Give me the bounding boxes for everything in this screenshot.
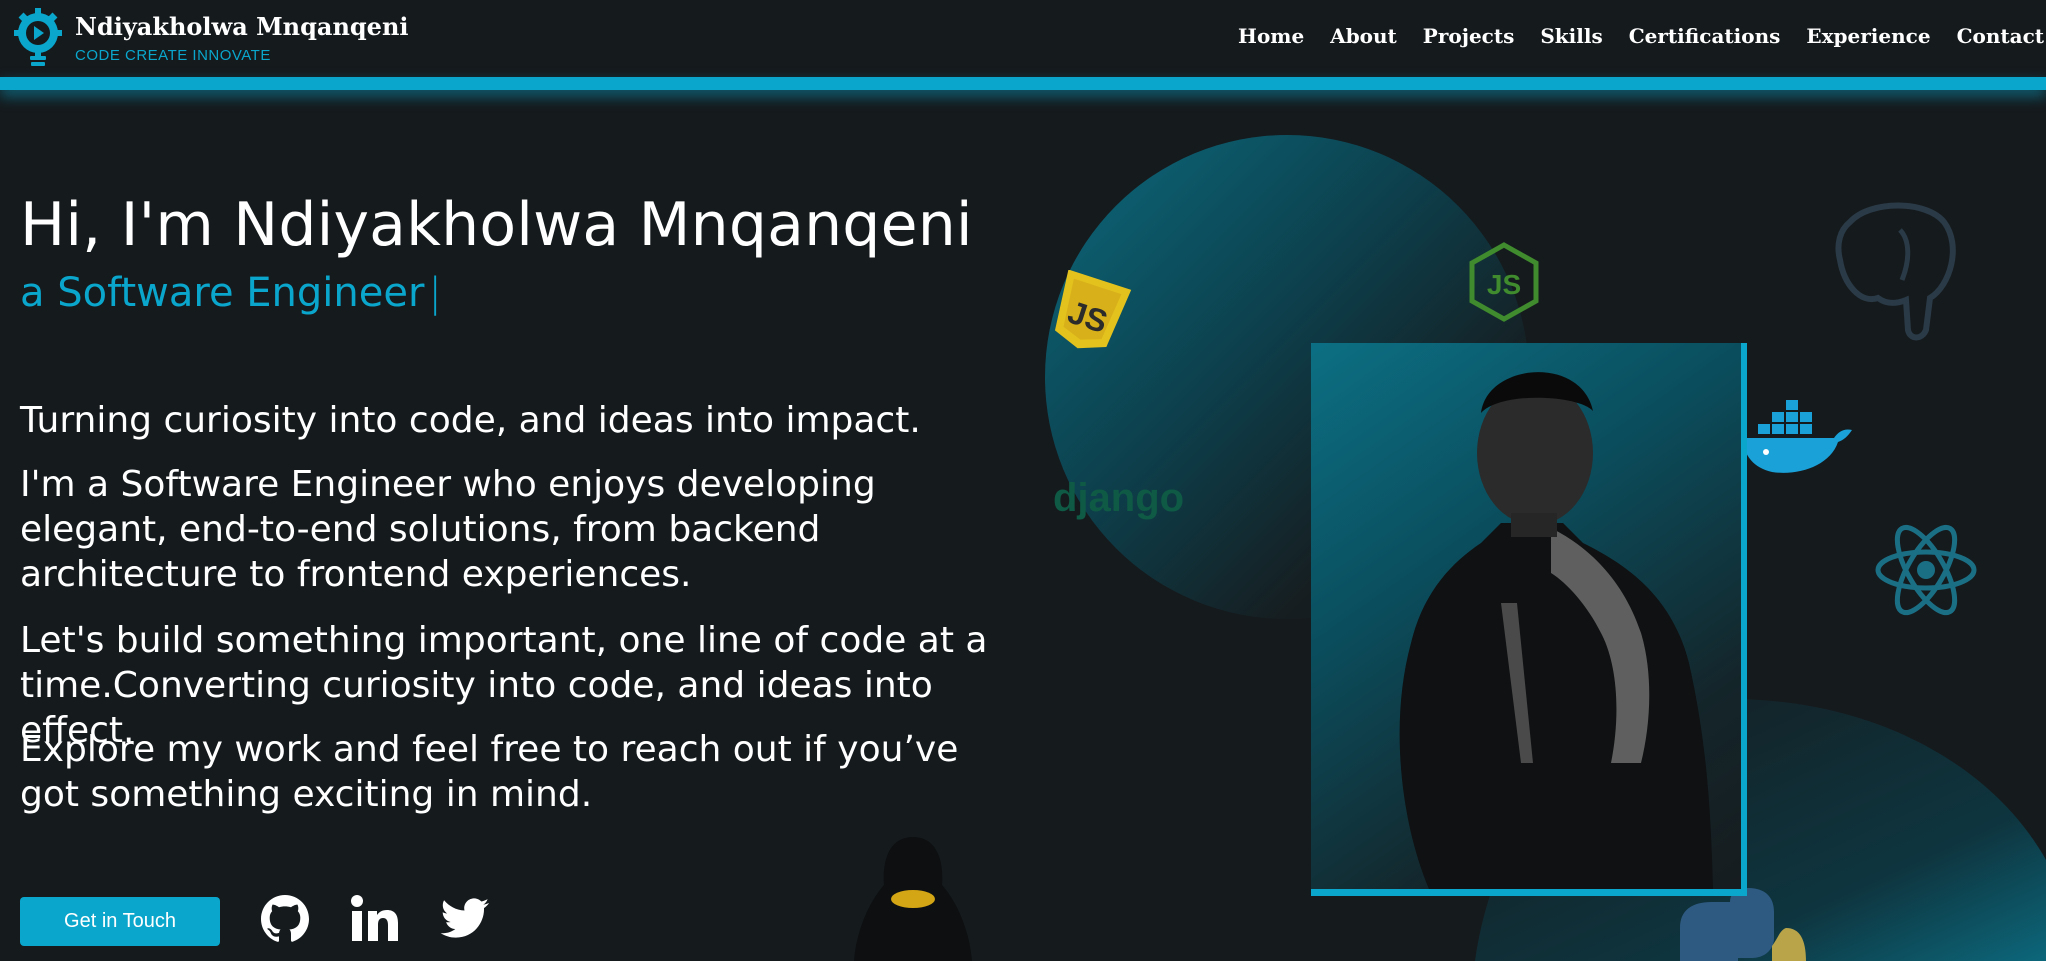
- nav-skills[interactable]: Skills: [1540, 24, 1602, 48]
- postgresql-icon: [1835, 202, 1956, 341]
- nav-home[interactable]: Home: [1238, 24, 1304, 48]
- react-icon: [1875, 524, 1977, 616]
- nav-experience[interactable]: Experience: [1806, 24, 1930, 48]
- node-label: JS: [1487, 269, 1521, 300]
- brand-name[interactable]: Ndiyakholwa Mnqanqeni: [75, 12, 409, 41]
- nav-contact[interactable]: Contact: [1957, 24, 2044, 48]
- linkedin-icon[interactable]: [349, 893, 401, 945]
- site-header: Ndiyakholwa Mnqanqeni CODE CREATE INNOVA…: [0, 0, 2046, 77]
- linux-tux-icon: [854, 837, 972, 961]
- brand-tagline: CODE CREATE INNOVATE: [75, 47, 271, 64]
- portrait-photo: [1399, 372, 1713, 889]
- github-icon[interactable]: [259, 893, 311, 945]
- hero-paragraph-2: I'm a Software Engineer who enjoys devel…: [20, 464, 876, 595]
- python-icon: [1680, 888, 1806, 961]
- main-nav: Home About Projects Skills Certification…: [1238, 24, 2046, 48]
- twitter-icon[interactable]: [439, 893, 491, 945]
- top-blob: [1045, 135, 1529, 619]
- hero-paragraph-1: Turning curiosity into code, and ideas i…: [20, 400, 921, 441]
- header-accent-bar: [0, 77, 2046, 90]
- hero-title: Hi, I'm Ndiyakholwa Mnqanqeni: [20, 190, 973, 260]
- portrait-frame: [1311, 343, 1747, 896]
- bottom-blob: [1475, 699, 2046, 961]
- html5-icon: [1340, 657, 1408, 759]
- nav-about[interactable]: About: [1330, 24, 1397, 48]
- nav-certifications[interactable]: Certifications: [1629, 24, 1781, 48]
- hero-subtitle: a Software Engineer |: [20, 270, 442, 316]
- hero-sub-prefix: a: [20, 270, 45, 316]
- hero-role: Software Engineer: [57, 270, 425, 316]
- nodejs-icon: JS: [1469, 242, 1539, 322]
- javascript-badge-icon: JS: [1054, 270, 1132, 349]
- typing-cursor: |: [428, 270, 442, 316]
- get-in-touch-button[interactable]: Get in Touch: [20, 897, 220, 946]
- nav-projects[interactable]: Projects: [1423, 24, 1515, 48]
- hero-paragraph-4: Explore my work and feel free to reach o…: [20, 729, 959, 815]
- lightbulb-gear-logo-icon[interactable]: [10, 8, 66, 68]
- django-logo: django: [1053, 476, 1185, 520]
- docker-icon: [1742, 400, 1852, 473]
- js-badge-label: JS: [1064, 294, 1112, 340]
